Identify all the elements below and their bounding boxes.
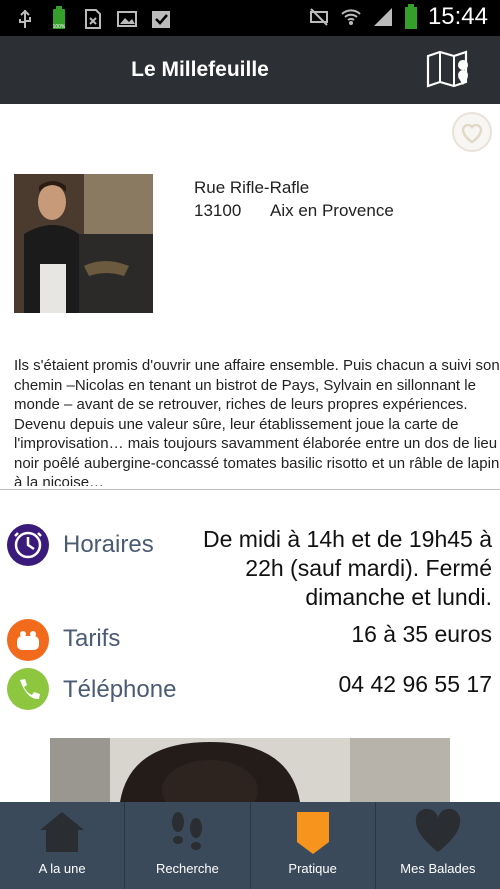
notification-icons: 100% <box>14 6 172 32</box>
restaurant-photo <box>50 738 450 802</box>
city: Aix en Provence <box>270 201 394 220</box>
wifi-icon <box>341 9 361 25</box>
page-title: Le Millefeuille <box>131 58 269 81</box>
prices-label: Tarifs <box>63 625 121 652</box>
battery-full-icon: 100% <box>53 6 66 30</box>
battery-icon <box>404 4 417 29</box>
system-icons: 15:44 <box>308 3 488 31</box>
map-pin-icon[interactable] <box>426 50 470 90</box>
tab-practical[interactable]: Pratique <box>251 802 376 889</box>
prices-value: 16 à 35 euros <box>351 621 492 647</box>
heart-icon <box>415 808 461 852</box>
postcode: 13100 <box>194 201 242 220</box>
footprints-icon <box>172 812 203 850</box>
chef-photo <box>14 174 153 313</box>
purse-icon <box>7 619 49 661</box>
hours-label: Horaires <box>63 531 154 558</box>
favorite-button[interactable] <box>452 112 492 152</box>
street: Rue Rifle-Rafle <box>194 178 310 197</box>
heart-outline-icon <box>461 123 483 144</box>
tab-label: A la une <box>38 861 86 876</box>
signal-icon <box>373 8 392 26</box>
clock-icon <box>7 524 49 566</box>
status-bar: 100% 15:44 <box>0 0 500 36</box>
tab-my-walks[interactable]: Mes Balades <box>376 802 500 889</box>
divider <box>0 489 500 490</box>
phone-value[interactable]: 04 42 96 55 17 <box>177 670 492 699</box>
tab-label: Pratique <box>288 861 337 876</box>
phone-icon[interactable] <box>7 668 49 710</box>
home-icon <box>40 812 85 852</box>
tab-home[interactable]: A la une <box>0 802 126 889</box>
usb-icon <box>19 9 31 28</box>
tag-icon <box>296 812 329 854</box>
address-block: Rue Rifle-Rafle 13100 Aix en Provence <box>194 176 394 222</box>
image-icon <box>117 11 137 27</box>
bottom-tab-bar: A la une Recherche Pratique Mes Balades <box>0 802 500 889</box>
hours-value: De midi à 14h et de 19h45 à 22h (sauf ma… <box>203 526 492 610</box>
clock-time: 15:44 <box>427 3 488 30</box>
app-bar: Le Millefeuille <box>0 36 500 104</box>
mute-icon <box>309 8 328 26</box>
no-sim-icon <box>85 9 101 29</box>
description: Ils s'étaient promis d'ouvrir une affair… <box>14 357 500 486</box>
phone-label: Téléphone <box>63 676 177 703</box>
checkbox-task-icon <box>152 11 170 28</box>
tab-label: Recherche <box>155 861 219 876</box>
tab-label: Mes Balades <box>400 861 476 876</box>
battery-percent-label: 100% <box>53 24 66 30</box>
tab-search[interactable]: Recherche <box>125 802 251 889</box>
